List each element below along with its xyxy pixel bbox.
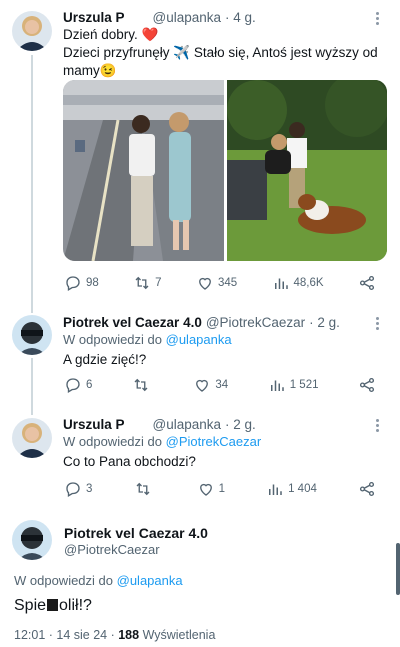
reply-to-link[interactable]: @PiotrekCaezar <box>166 434 262 449</box>
avatar[interactable] <box>12 315 52 355</box>
reply-button[interactable]: 98 <box>64 274 99 292</box>
reply-count: 98 <box>86 277 99 289</box>
views-icon <box>269 484 282 495</box>
timestamp[interactable]: 12:01 · 14 sie 24 · <box>14 628 118 642</box>
photo-garden[interactable] <box>226 80 387 261</box>
share-icon <box>359 481 375 497</box>
reply-button[interactable]: 6 <box>64 376 92 394</box>
share-button[interactable] <box>358 274 376 292</box>
scrollbar[interactable] <box>396 543 400 595</box>
views-count: 48,6K <box>293 277 324 289</box>
author-handle[interactable]: @ulapanka <box>153 10 222 25</box>
retweet-icon <box>134 378 148 392</box>
retweet-button[interactable] <box>134 480 156 498</box>
reply-count: 3 <box>86 483 93 495</box>
like-count: 1 <box>218 483 225 495</box>
tweet-text: Co to Pana obchodzi? <box>63 454 196 469</box>
reply-icon <box>66 276 80 291</box>
views-button[interactable]: 48,6K <box>272 274 324 292</box>
like-icon <box>199 483 212 496</box>
retweet-button[interactable] <box>132 376 154 394</box>
more-icon[interactable] <box>376 417 379 434</box>
like-button[interactable]: 345 <box>196 274 237 292</box>
reply-icon <box>66 378 80 393</box>
media-grid[interactable] <box>63 80 387 261</box>
avatar[interactable] <box>12 11 52 51</box>
tweet-text: Spie olił!? <box>14 597 92 615</box>
reply-to-link[interactable]: @ulapanka <box>166 332 232 347</box>
views-count: 1 521 <box>289 379 319 391</box>
tweet-text: Dzień dobry. ❤️ <box>63 27 159 42</box>
reply-prefix: W odpowiedzi do <box>14 573 113 588</box>
more-icon[interactable] <box>376 315 379 332</box>
share-icon <box>359 275 375 291</box>
timestamp[interactable]: · 2 g. <box>225 417 256 432</box>
tweet-text: Dzieci przyfrunęły ✈️ Stało się, Antoś j… <box>63 45 378 78</box>
like-icon <box>199 277 211 290</box>
reply-icon <box>66 482 80 497</box>
views-label: Wyświetlenia <box>139 628 216 642</box>
tweet-meta: 12:01 · 14 sie 24 · 188 Wyświetlenia <box>14 628 215 642</box>
like-button[interactable]: 1 <box>197 480 225 498</box>
retweet-icon <box>136 482 149 496</box>
reply-to-link[interactable]: @ulapanka <box>117 573 183 588</box>
author-name[interactable]: Urszula P <box>63 10 125 25</box>
views-button[interactable]: 1 404 <box>266 480 317 498</box>
reply-context: W odpowiedzi do @PiotrekCaezar <box>63 434 261 449</box>
censor-block <box>47 599 59 611</box>
like-count: 34 <box>215 379 229 391</box>
retweet-button[interactable]: 7 <box>133 274 162 292</box>
retweet-count: 7 <box>155 277 162 289</box>
reply-button[interactable]: 3 <box>64 480 92 498</box>
action-bar: 3 1 1 404 <box>64 479 376 499</box>
timestamp[interactable]: · 2 g. <box>309 315 340 330</box>
share-button[interactable] <box>358 480 376 498</box>
thread-line <box>31 55 33 313</box>
thread-line <box>31 358 33 415</box>
views-count: 188 <box>118 628 140 642</box>
action-bar: 6 34 1 521 <box>64 375 376 395</box>
author-handle[interactable]: @ulapanka <box>153 417 222 432</box>
like-icon <box>196 379 209 392</box>
author-handle[interactable]: @PiotrekCaezar <box>206 315 305 330</box>
share-button[interactable] <box>358 376 376 394</box>
share-icon <box>359 377 375 393</box>
action-bar: 98 7 345 48,6K <box>64 273 376 293</box>
views-icon <box>270 380 284 391</box>
author-name[interactable]: Piotrek vel Caezar 4.0 <box>63 315 202 330</box>
reply-prefix: W odpowiedzi do <box>63 434 162 449</box>
avatar[interactable] <box>12 520 52 560</box>
author-name[interactable]: Piotrek vel Caezar 4.0 <box>64 525 208 541</box>
retweet-icon <box>135 276 149 290</box>
avatar[interactable] <box>12 418 52 458</box>
tweet-text: A gdzie zięć!? <box>63 352 147 367</box>
reply-count: 6 <box>86 379 93 391</box>
like-count: 345 <box>217 277 238 289</box>
reply-context: W odpowiedzi do @ulapanka <box>63 332 232 347</box>
more-icon[interactable] <box>376 10 379 27</box>
author-name[interactable]: Urszula P <box>63 417 125 432</box>
reply-prefix: W odpowiedzi do <box>63 332 162 347</box>
author-handle[interactable]: @PiotrekCaezar <box>64 542 160 557</box>
tweet-text-part: Spie <box>14 597 47 614</box>
tweet-text-part: olił!? <box>59 597 92 614</box>
reply-context: W odpowiedzi do @ulapanka <box>14 573 183 588</box>
like-button[interactable]: 34 <box>193 376 228 394</box>
timestamp[interactable]: · 4 g. <box>225 10 256 25</box>
views-button[interactable]: 1 521 <box>268 376 319 394</box>
photo-airport[interactable] <box>63 80 224 261</box>
views-icon <box>274 278 288 289</box>
views-count: 1 404 <box>288 483 317 495</box>
